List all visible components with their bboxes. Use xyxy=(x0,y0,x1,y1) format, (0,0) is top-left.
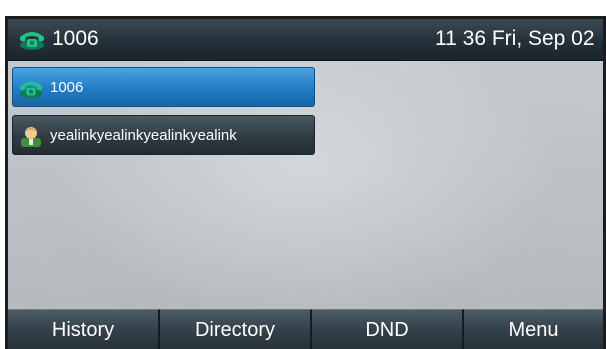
phone-handset-icon xyxy=(20,81,42,99)
phone-handset-icon xyxy=(20,32,44,50)
line-key-2[interactable]: yealinkyealinkyealinkyealink xyxy=(12,115,315,155)
phone-screen: 1006 11 36 Fri, Sep 02 1006 yealinkyeali… xyxy=(8,19,603,349)
status-date-time: 11 36 Fri, Sep 02 xyxy=(435,27,595,50)
line-key-label: 1006 xyxy=(50,79,84,96)
softkey-history[interactable]: History xyxy=(8,309,160,349)
line-key-label: yealinkyealinkyealinkyealink xyxy=(50,127,237,144)
softkey-directory[interactable]: Directory xyxy=(160,309,312,349)
softkey-dnd[interactable]: DND xyxy=(312,309,464,349)
softkey-bar: History Directory DND Menu xyxy=(8,309,603,349)
line-key-1[interactable]: 1006 xyxy=(12,67,315,107)
softkey-menu[interactable]: Menu xyxy=(464,309,603,349)
status-bar: 1006 11 36 Fri, Sep 02 xyxy=(8,19,603,61)
status-account-number: 1006 xyxy=(52,27,99,50)
phone-display-frame: 1006 11 36 Fri, Sep 02 1006 yealinkyeali… xyxy=(5,16,606,349)
contact-person-icon xyxy=(21,127,41,147)
